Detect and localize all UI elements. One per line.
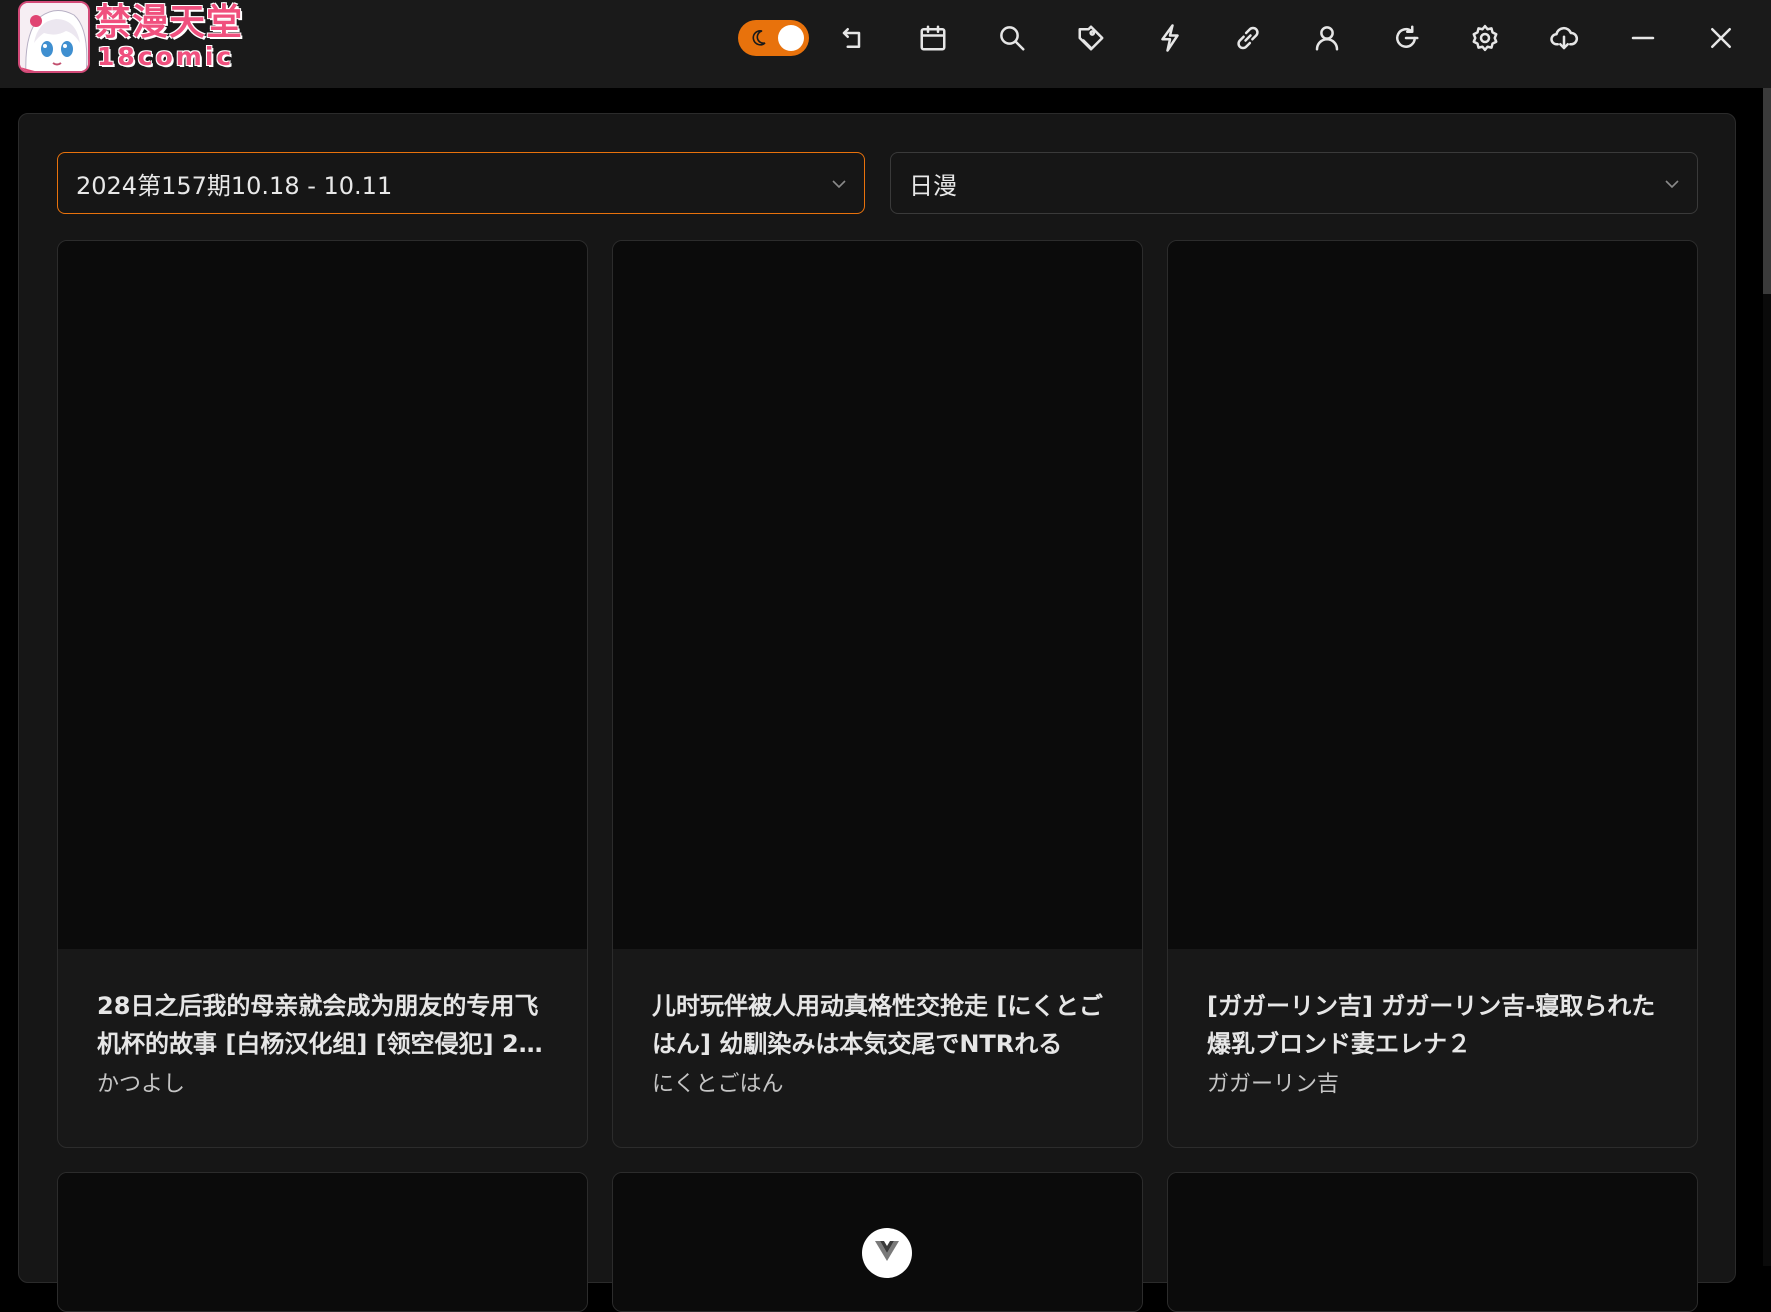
lightning-icon[interactable] — [1150, 18, 1190, 58]
settings-icon[interactable] — [1465, 18, 1505, 58]
toggle-knob — [778, 25, 804, 51]
logo-avatar — [18, 1, 90, 73]
app-logo: 禁漫天堂 18comic — [17, 1, 253, 77]
moon-icon — [752, 30, 766, 46]
close-icon[interactable] — [1701, 18, 1741, 58]
user-icon[interactable] — [1307, 18, 1347, 58]
theme-toggle[interactable] — [738, 20, 809, 56]
vue-devtools-icon[interactable] — [862, 1228, 912, 1278]
tag-icon[interactable] — [1071, 18, 1111, 58]
comic-cover[interactable] — [613, 241, 1142, 949]
comic-cover[interactable] — [58, 241, 587, 949]
comic-cover[interactable] — [1168, 241, 1697, 949]
minimize-icon[interactable] — [1623, 18, 1663, 58]
category-select[interactable]: 日漫 — [890, 152, 1698, 214]
search-icon[interactable] — [992, 18, 1032, 58]
comic-card[interactable] — [57, 1172, 588, 1312]
logo-text-english: 18comic — [97, 42, 235, 71]
cloud-download-icon[interactable] — [1544, 18, 1584, 58]
comic-card[interactable]: 儿时玩伴被人用动真格性交抢走 [にくとごはん] 幼馴染みは本気交尾でNTRれる … — [612, 240, 1143, 1148]
comic-author[interactable]: にくとごはん — [652, 1070, 784, 1100]
comic-title[interactable]: 28日之后我的母亲就会成为朋友的专用飞机杯的故事 [白杨汉化组] [领空侵犯] … — [97, 987, 549, 1063]
period-select[interactable]: 2024第157期10.18 - 10.11 — [57, 152, 865, 214]
chevron-down-icon — [1663, 175, 1681, 193]
refresh-icon[interactable] — [1386, 18, 1426, 58]
comic-author[interactable]: かつよし — [97, 1070, 185, 1100]
comic-card[interactable] — [1167, 1172, 1698, 1312]
scrollbar-thumb[interactable] — [1763, 88, 1771, 294]
chevron-down-icon — [830, 175, 848, 193]
comic-card[interactable]: 28日之后我的母亲就会成为朋友的专用飞机杯的故事 [白杨汉化组] [领空侵犯] … — [57, 240, 588, 1148]
period-select-value: 2024第157期10.18 - 10.11 — [76, 171, 393, 200]
comic-cover[interactable] — [1168, 1173, 1697, 1311]
link-icon[interactable] — [1228, 18, 1268, 58]
back-icon[interactable] — [834, 18, 874, 58]
logo-text-chinese: 禁漫天堂 — [95, 2, 244, 43]
comic-title[interactable]: [ガガーリン吉] ガガーリン吉-寝取られた爆乳ブロンド妻エレナ２ — [1207, 987, 1659, 1063]
comic-cover[interactable] — [58, 1173, 587, 1311]
comic-author[interactable]: ガガーリン吉 — [1207, 1070, 1339, 1100]
category-select-value: 日漫 — [909, 171, 957, 200]
title-bar: 禁漫天堂 18comic — [0, 0, 1771, 88]
comic-title[interactable]: 儿时玩伴被人用动真格性交抢走 [にくとごはん] 幼馴染みは本気交尾でNTRれる — [652, 987, 1104, 1063]
comic-card[interactable]: [ガガーリン吉] ガガーリン吉-寝取られた爆乳ブロンド妻エレナ２ ガガーリン吉 — [1167, 240, 1698, 1148]
calendar-icon[interactable] — [913, 18, 953, 58]
